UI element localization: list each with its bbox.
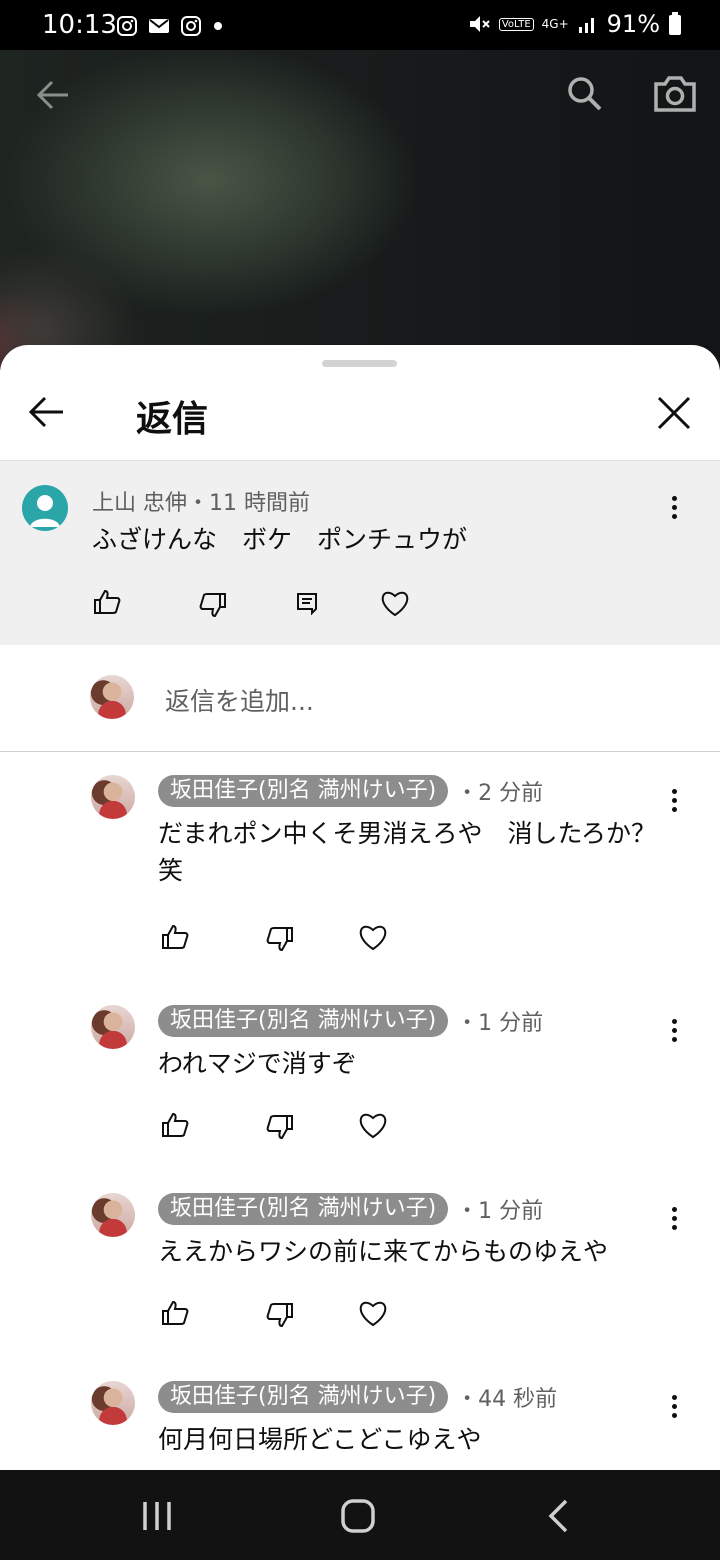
thumbs-down-icon[interactable] [265, 1301, 295, 1329]
video-player[interactable] [0, 50, 720, 370]
reply-text: ええからワシの前に来てからものゆえや [158, 1237, 609, 1266]
reply-item: 坂田佳子(別名 満州けい子) ・2 分前 だまれポン中くそ男消えろや 消したろか… [0, 775, 720, 955]
comment-text: ふざけんな ボケ ポンチュウが [92, 525, 468, 554]
arrow-left-icon[interactable] [28, 395, 66, 429]
reply-item: 坂田佳子(別名 満州けい子) ・44 秒前 何月何日場所どこどこゆえや [0, 1381, 720, 1470]
comment-meta: 上山 忠伸・11 時間前 [92, 485, 310, 517]
more-options-icon[interactable] [672, 789, 678, 816]
sheet-title: 返信 [136, 399, 209, 440]
sheet-drag-handle[interactable] [322, 360, 397, 367]
reply-input[interactable]: 返信を追加... [165, 682, 314, 718]
home-icon[interactable] [340, 1498, 376, 1534]
user-avatar [90, 675, 134, 719]
heart-icon[interactable] [358, 923, 388, 951]
thumbs-up-icon[interactable] [160, 1111, 190, 1139]
reply-text: だまれポン中くそ男消えろや 消したろか？笑 [158, 819, 657, 885]
back-icon[interactable] [546, 1498, 570, 1534]
search-icon[interactable] [565, 74, 605, 114]
default-user-icon [30, 495, 60, 527]
thumbs-down-icon[interactable] [198, 591, 228, 619]
status-bar: 10:13 VoLTE 4G+ 91% [0, 0, 720, 50]
author-chip[interactable]: 坂田佳子(別名 満州けい子) [158, 1193, 449, 1225]
reply-item: 坂田佳子(別名 満州けい子) ・1 分前 ええからワシの前に来てからものゆえや [0, 1193, 720, 1333]
thumbs-up-icon[interactable] [160, 1299, 190, 1327]
more-options-icon[interactable] [672, 1019, 678, 1046]
reply-icon[interactable] [295, 591, 319, 617]
thumbs-down-icon[interactable] [265, 1113, 295, 1141]
reply-time: ・1 分前 [456, 1011, 544, 1036]
heart-icon[interactable] [358, 1299, 388, 1327]
system-nav-bar [0, 1470, 720, 1560]
original-comment: 上山 忠伸・11 時間前 ふざけんな ボケ ポンチュウが [0, 460, 720, 645]
instagram-icon [117, 16, 137, 36]
comment-time: ・11 時間前 [187, 491, 310, 516]
comment-author[interactable]: 上山 忠伸 [92, 491, 187, 516]
avatar[interactable] [22, 485, 68, 531]
network-indicator: 4G+ [541, 17, 569, 31]
signal-icon [578, 18, 594, 33]
reply-text: われマジで消すぞ [158, 1049, 357, 1078]
heart-icon[interactable] [358, 1111, 388, 1139]
author-chip[interactable]: 坂田佳子(別名 満州けい子) [158, 1381, 449, 1413]
battery-icon [669, 12, 681, 35]
add-reply-row[interactable]: 返信を追加... [0, 645, 720, 752]
avatar[interactable] [91, 1193, 135, 1237]
camera-icon[interactable] [652, 72, 698, 116]
reply-time: ・1 分前 [456, 1199, 544, 1224]
mail-icon [149, 19, 169, 33]
reply-time: ・44 秒前 [456, 1387, 558, 1412]
author-chip[interactable]: 坂田佳子(別名 満州けい子) [158, 1005, 449, 1037]
recent-apps-icon[interactable] [140, 1500, 174, 1532]
notification-dot-icon [214, 22, 222, 30]
avatar[interactable] [91, 1381, 135, 1425]
mute-icon [469, 16, 490, 32]
close-icon[interactable] [656, 395, 692, 431]
volte-indicator: VoLTE [498, 17, 534, 31]
status-time: 10:13 [42, 10, 117, 40]
avatar[interactable] [91, 775, 135, 819]
more-options-icon[interactable] [672, 1395, 678, 1422]
reply-item: 坂田佳子(別名 満州けい子) ・1 分前 われマジで消すぞ [0, 1005, 720, 1145]
more-options-icon[interactable] [672, 496, 678, 523]
avatar[interactable] [91, 1005, 135, 1049]
reply-time: ・2 分前 [456, 781, 544, 806]
thumbs-up-icon[interactable] [92, 588, 122, 616]
battery-percent: 91% [606, 10, 660, 38]
more-options-icon[interactable] [672, 1207, 678, 1234]
heart-icon[interactable] [380, 589, 410, 617]
instagram-icon [181, 16, 201, 36]
arrow-left-icon[interactable] [34, 76, 72, 114]
reply-text: 何月何日場所どこどこゆえや [158, 1425, 482, 1454]
replies-sheet: 返信 上山 忠伸・11 時間前 ふざけんな ボケ ポンチュウが 返信を追加...… [0, 345, 720, 1470]
thumbs-up-icon[interactable] [160, 923, 190, 951]
author-chip[interactable]: 坂田佳子(別名 満州けい子) [158, 775, 449, 807]
thumbs-down-icon[interactable] [265, 925, 295, 953]
